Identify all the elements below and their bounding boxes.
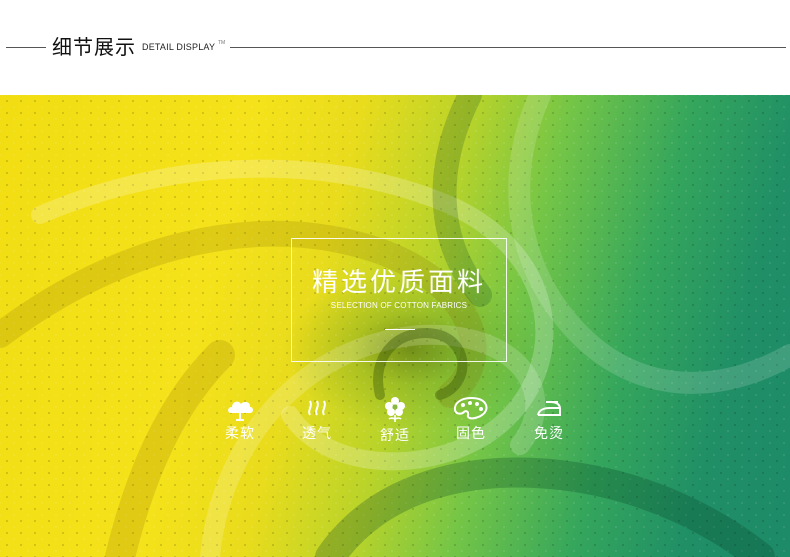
feature-breathable: 透气 [290, 395, 344, 443]
airflow-icon [308, 400, 326, 416]
headline-frame: 精选优质面料 SELECTION OF COTTON FABRICS [291, 238, 507, 362]
header-trademark: TM [218, 40, 226, 46]
headline-title: 精选优质面料 [311, 268, 486, 298]
palette-icon [453, 396, 488, 420]
headline-underline [385, 329, 415, 330]
feature-label: 柔软 [225, 426, 255, 442]
feature-non-iron: 免烫 [522, 395, 576, 443]
iron-icon [537, 401, 561, 416]
cloud-icon [228, 401, 253, 421]
header-subtitle: DETAIL DISPLAY [142, 42, 216, 52]
feature-label: 舒适 [380, 428, 410, 444]
feature-label: 免烫 [534, 426, 564, 442]
flower-icon [385, 397, 405, 422]
detail-header: 细节展示 DETAIL DISPLAY TM [0, 0, 790, 95]
headline-subtitle: SELECTION OF COTTON FABRICS [330, 301, 468, 310]
header-divider-right [230, 47, 786, 48]
header-divider-left [6, 47, 46, 48]
feature-comfortable: 舒适 [368, 395, 422, 445]
feature-soft: 柔软 [213, 395, 267, 443]
feature-colorfast: 固色 [444, 395, 498, 443]
header-title: 细节展示 [52, 35, 136, 59]
feature-label: 透气 [302, 426, 332, 442]
feature-label: 固色 [456, 426, 486, 442]
